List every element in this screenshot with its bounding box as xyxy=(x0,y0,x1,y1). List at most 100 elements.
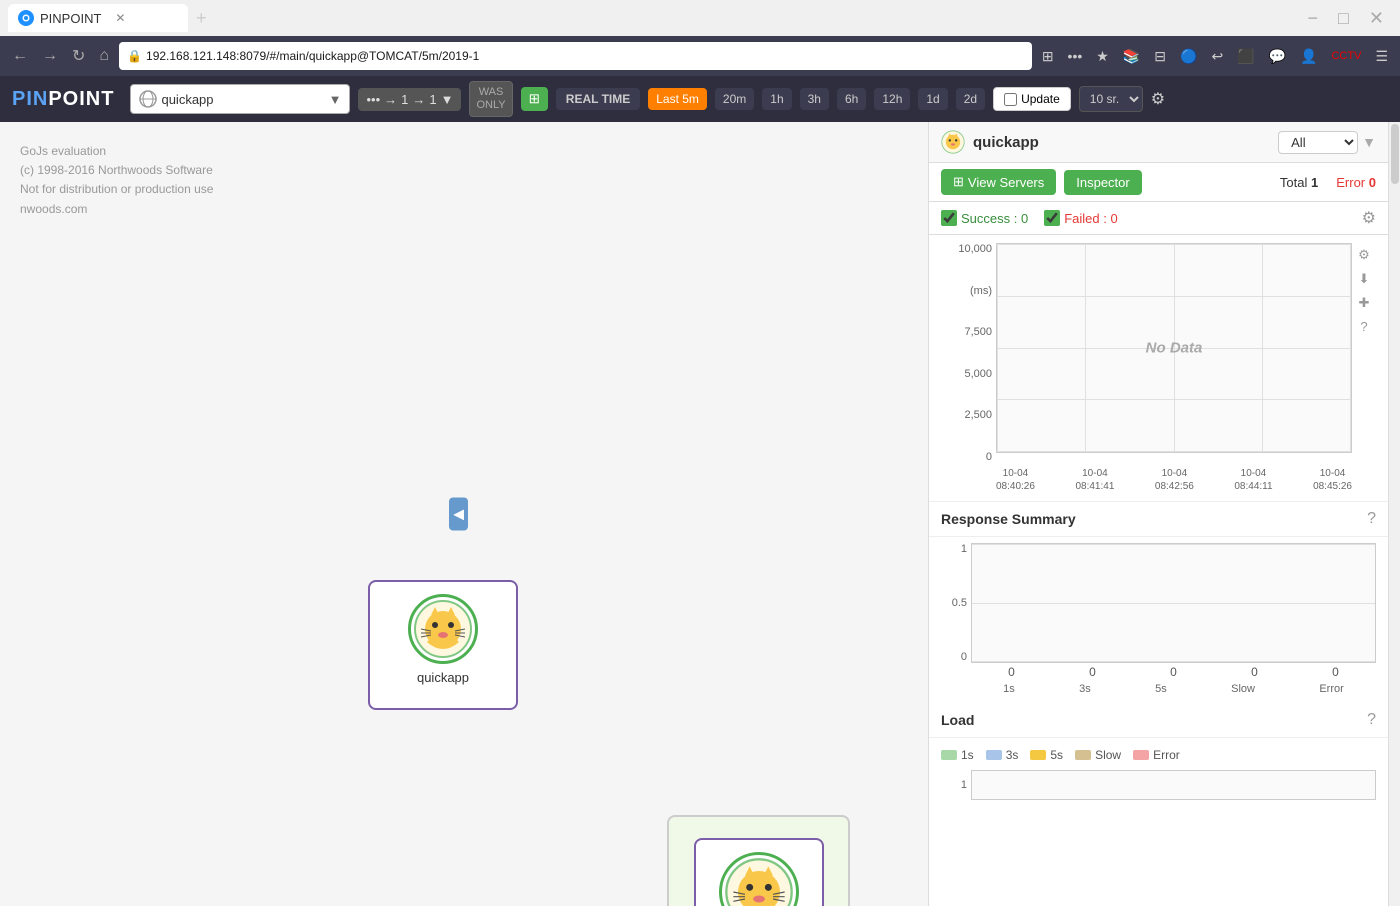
new-tab-button[interactable]: + xyxy=(196,8,207,29)
panel-actions: ⊞ View Servers Inspector Total 1 Error 0 xyxy=(929,163,1388,202)
panel-stats: Success : 0 Failed : 0 ⚙ xyxy=(929,202,1388,235)
browser-action-buttons: ⊞ ••• ★ 📚 ⊟ 🔵 ↩ ⬛ 💬 👤 CCTV ☰ xyxy=(1038,46,1392,67)
extensions-button[interactable]: ••• xyxy=(1064,46,1087,66)
app-header: PINPOINT quickapp ▼ ••• → 1 → 1 ▼ WAS ON… xyxy=(0,76,1400,122)
main-chart-area: 10,000 (ms) 7,500 5,000 2,500 0 xyxy=(929,235,1388,502)
minimize-button[interactable]: − xyxy=(1300,8,1327,29)
1h-button[interactable]: 1h xyxy=(762,88,791,110)
bookmark-button[interactable]: ★ xyxy=(1092,46,1113,67)
sync-button[interactable]: ↩ xyxy=(1207,46,1227,67)
load-chart-row: 1 xyxy=(941,770,1376,800)
browser-titlebar: PINPOINT ✕ + − □ ✕ xyxy=(0,0,1400,36)
app-node-2-icon xyxy=(719,852,799,906)
app-node-1[interactable]: quickapp xyxy=(368,580,518,710)
scrollbar-thumb[interactable] xyxy=(1391,124,1399,184)
cctv-button[interactable]: CCTV xyxy=(1327,48,1365,64)
load-help-icon[interactable]: ? xyxy=(1367,711,1376,729)
close-button[interactable]: ✕ xyxy=(1361,8,1392,29)
grid-button[interactable]: ⊞ xyxy=(521,87,548,111)
chart-body: No Data xyxy=(996,243,1352,453)
update-button[interactable]: Update xyxy=(993,87,1071,111)
update-checkbox[interactable] xyxy=(1004,93,1017,106)
legend-slow: Slow xyxy=(1075,748,1121,762)
chart-download-icon[interactable]: ⬇ xyxy=(1359,271,1370,287)
rc-gridlines xyxy=(972,544,1375,662)
load-title: Load xyxy=(941,712,974,728)
legend-5s-dot xyxy=(1030,750,1046,760)
filter-select[interactable]: All Agent Group xyxy=(1278,131,1358,154)
address-bar[interactable]: 🔒 192.168.121.148:8079/#/main/quickapp@T… xyxy=(119,42,1032,70)
tomcat-svg-2 xyxy=(724,857,794,906)
chart-container: 10,000 (ms) 7,500 5,000 2,500 0 xyxy=(941,243,1376,493)
qr-button[interactable]: ⊞ xyxy=(1038,46,1058,67)
library-button[interactable]: 📚 xyxy=(1119,46,1144,67)
app-selector-value: quickapp xyxy=(161,92,213,107)
legend-1s-dot xyxy=(941,750,957,760)
maximize-button[interactable]: □ xyxy=(1330,8,1357,29)
realtime-button[interactable]: REAL TIME xyxy=(556,88,640,110)
browser-tab[interactable]: PINPOINT ✕ xyxy=(8,4,188,32)
chart-side-icons: ⚙ ⬇ ✚ ? xyxy=(1352,243,1376,463)
6h-button[interactable]: 6h xyxy=(837,88,866,110)
tab-close-icon[interactable]: ✕ xyxy=(115,11,125,25)
3h-button[interactable]: 3h xyxy=(800,88,829,110)
app-node-2[interactable]: quickapp xyxy=(694,838,824,906)
menu-button[interactable]: ☰ xyxy=(1371,46,1392,67)
last-5m-button[interactable]: Last 5m xyxy=(648,88,707,110)
xaxis-label-2: 10-04 08:42:56 xyxy=(1155,467,1194,493)
dots-button[interactable]: ••• → 1 → 1 ▼ xyxy=(358,88,461,111)
chart-expand-icon[interactable]: ✚ xyxy=(1359,295,1370,311)
total-info: Total 1 xyxy=(1280,175,1318,190)
rc-yaxis: 1 0.5 0 xyxy=(941,543,971,663)
2d-button[interactable]: 2d xyxy=(956,88,985,110)
panel-app-icon xyxy=(941,130,965,154)
app-node-2-container[interactable]: quickapp xyxy=(667,815,850,906)
sidebar-button[interactable]: ⊟ xyxy=(1150,46,1170,67)
address-text: 192.168.121.148:8079/#/main/quickapp@TOM… xyxy=(146,49,1024,63)
back-button[interactable]: ← xyxy=(8,45,32,67)
forward-button[interactable]: → xyxy=(38,45,62,67)
view-servers-button[interactable]: ⊞ View Servers xyxy=(941,169,1056,195)
server-icon: ⊞ xyxy=(953,174,964,190)
right-panel: quickapp All Agent Group ▼ ⊞ View Server… xyxy=(928,122,1388,906)
legend-slow-dot xyxy=(1075,750,1091,760)
legend-1s: 1s xyxy=(941,748,974,762)
error-info: Error 0 xyxy=(1336,175,1376,190)
app-selector[interactable]: quickapp ▼ xyxy=(130,84,350,114)
app-logo: PINPOINT xyxy=(12,88,114,111)
canvas-area[interactable]: ◀ GoJs evaluation (c) 1998-2016 Northwoo… xyxy=(0,122,928,906)
security-icon: 🔒 xyxy=(127,49,142,63)
rc-xaxis: 1s 3s 5s Slow Error xyxy=(971,681,1376,695)
browser-chrome: PINPOINT ✕ + − □ ✕ ← → ↻ ⌂ 🔒 192.168.121… xyxy=(0,0,1400,76)
chart-help-icon[interactable]: ? xyxy=(1360,319,1367,334)
reload-button[interactable]: ↻ xyxy=(68,44,89,68)
profile-button[interactable]: 👤 xyxy=(1296,46,1321,67)
1d-button[interactable]: 1d xyxy=(918,88,947,110)
chart-yaxis: 10,000 (ms) 7,500 5,000 2,500 0 xyxy=(941,243,996,463)
legend-3s: 3s xyxy=(986,748,1019,762)
tab-title: PINPOINT xyxy=(40,11,101,26)
chart-settings-icon[interactable]: ⚙ xyxy=(1358,247,1370,263)
inspector-button[interactable]: Inspector xyxy=(1064,170,1141,195)
home-button[interactable]: ⌂ xyxy=(95,45,113,67)
rows-selector[interactable]: 10 sr. 20 sr. 50 sr. xyxy=(1079,86,1143,112)
response-summary-help-icon[interactable]: ? xyxy=(1367,510,1376,528)
panel-settings-icon[interactable]: ⚙ xyxy=(1362,208,1376,228)
reader-button[interactable]: 🔵 xyxy=(1176,46,1201,67)
12h-button[interactable]: 12h xyxy=(874,88,910,110)
collapse-panel-button[interactable]: ◀ xyxy=(449,498,468,531)
grid-icon: ⊞ xyxy=(529,91,540,106)
chat-button[interactable]: 💬 xyxy=(1265,46,1290,67)
success-label: Success : 0 xyxy=(961,211,1028,226)
screenshot-button[interactable]: ⬛ xyxy=(1233,46,1258,67)
20m-button[interactable]: 20m xyxy=(715,88,754,110)
app-selector-arrow: ▼ xyxy=(329,92,342,107)
failed-checkbox[interactable] xyxy=(1044,210,1060,226)
canvas-watermark: GoJs evaluation (c) 1998-2016 Northwoods… xyxy=(20,142,213,219)
panel-app-name: quickapp xyxy=(973,134,1039,151)
settings-button[interactable]: ⚙ xyxy=(1151,89,1165,109)
panel-scrollbar[interactable] xyxy=(1388,122,1400,906)
was-only-button[interactable]: WAS ONLY xyxy=(469,81,512,117)
window-controls: − □ ✕ xyxy=(1300,8,1392,29)
success-checkbox[interactable] xyxy=(941,210,957,226)
